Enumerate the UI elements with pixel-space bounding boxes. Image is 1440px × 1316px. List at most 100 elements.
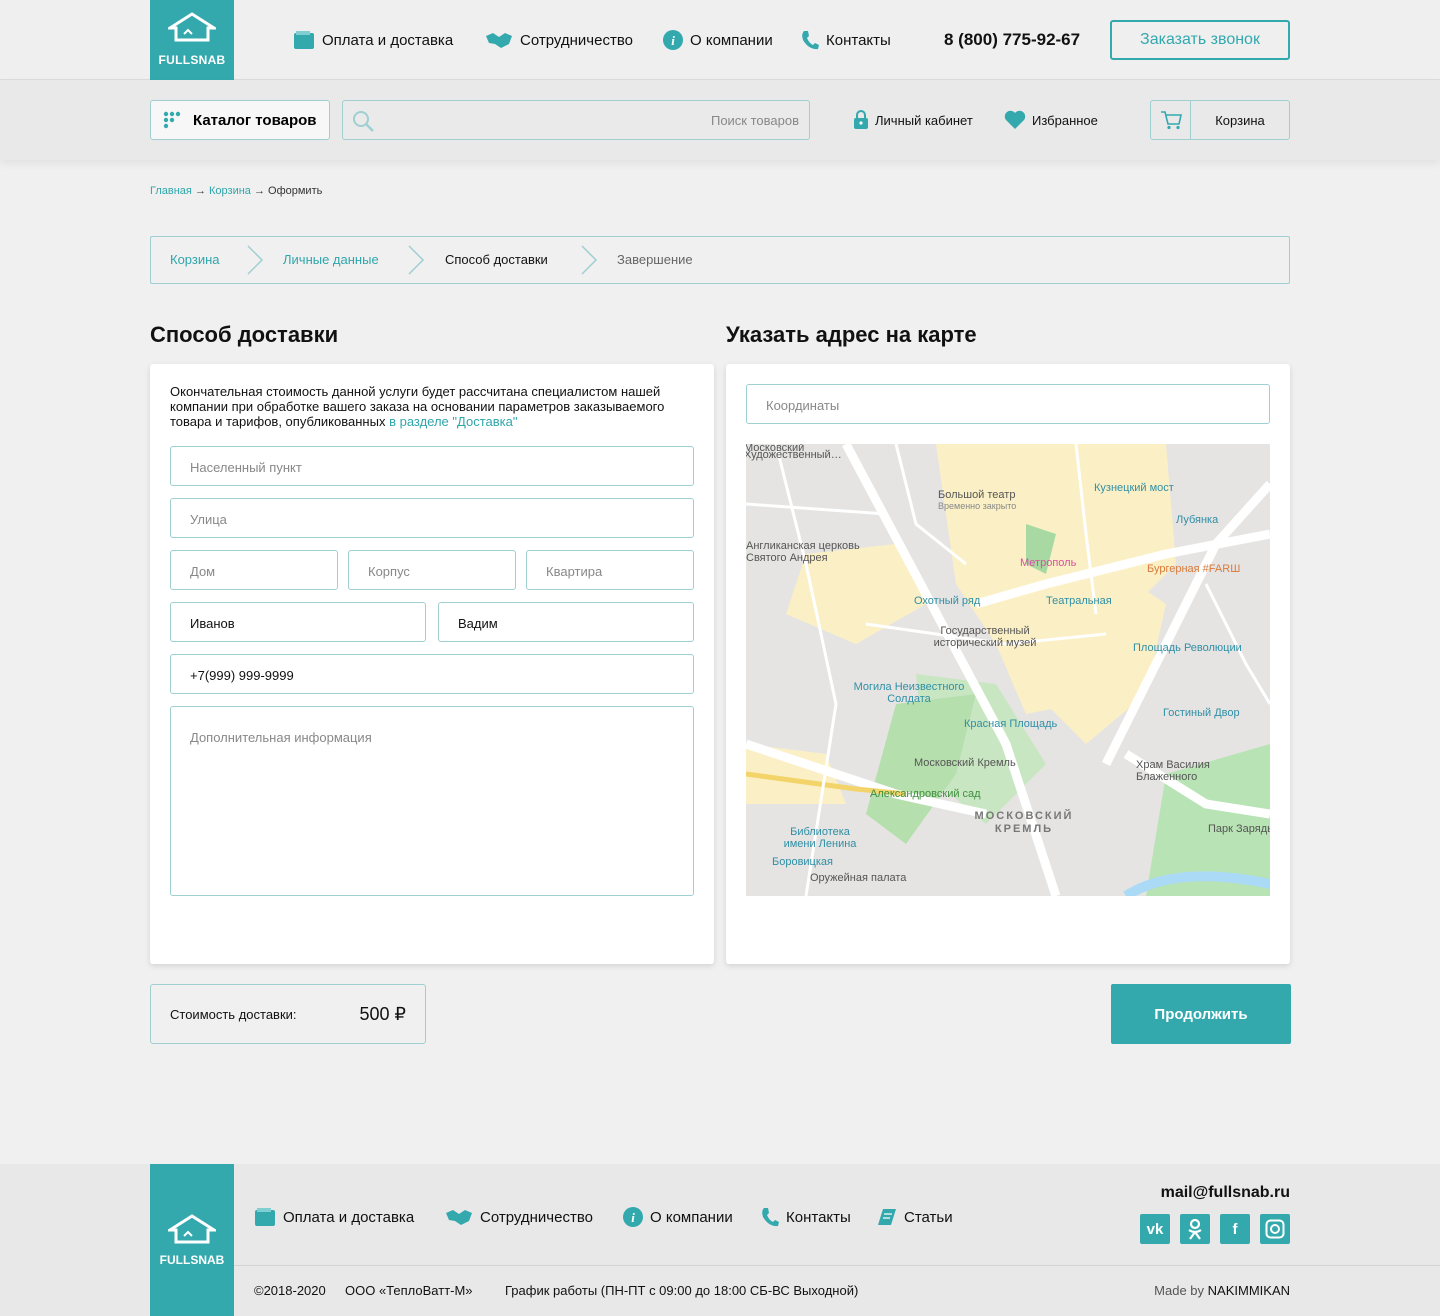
- footer-logo-text: FULLSNAB: [159, 1253, 225, 1267]
- favorites-link[interactable]: Избранное: [1004, 110, 1098, 130]
- made-by-prefix: Made by: [1154, 1283, 1205, 1298]
- nav-contacts[interactable]: Контакты: [801, 30, 891, 50]
- map-label: Гостиный Двор: [1163, 707, 1240, 719]
- map-label: Государственный исторический музей: [933, 625, 1037, 649]
- footer-logo[interactable]: FULLSNAB: [150, 1164, 234, 1316]
- footer-nav-partnership[interactable]: Сотрудничество: [445, 1207, 593, 1227]
- continue-button[interactable]: Продолжить: [1111, 984, 1291, 1044]
- last-name-field[interactable]: Иванов: [170, 602, 426, 642]
- map-label: Красная Площадь: [964, 718, 1058, 730]
- search-icon: [353, 111, 374, 132]
- building-field[interactable]: Корпус: [348, 550, 516, 590]
- step-personal[interactable]: Личные данные: [283, 252, 379, 267]
- breadcrumb: Главная → Корзина → Оформить: [150, 185, 322, 197]
- step-finish: Завершение: [617, 252, 693, 267]
- map-view[interactable]: Московский Художественный… Большой театр…: [746, 444, 1270, 896]
- extra-info-textarea[interactable]: Дополнительная информация: [170, 706, 694, 896]
- map-card: Координаты Московский Художественный… Бо…: [726, 364, 1290, 964]
- delivery-note-link[interactable]: в разделе "Доставка": [389, 414, 517, 429]
- cart-label: Корзина: [1215, 112, 1265, 128]
- catalog-button[interactable]: Каталог товаров: [150, 100, 330, 140]
- footer-email[interactable]: mail@fullsnab.ru: [1161, 1184, 1290, 1202]
- map-label: Парк Зарядье: [1208, 823, 1270, 835]
- breadcrumb-home[interactable]: Главная: [150, 185, 192, 197]
- made-by[interactable]: Made by NAKIMMIKAN: [1154, 1283, 1290, 1298]
- odnoklassniki-icon[interactable]: [1180, 1214, 1210, 1244]
- company-name: ООО «ТеплоВатт-М»: [345, 1283, 473, 1298]
- breadcrumb-current: Оформить: [268, 185, 323, 197]
- phone-icon: [802, 31, 819, 50]
- map-label: Библиотека имени Ленина: [783, 826, 857, 850]
- nav-partnership[interactable]: Сотрудничество: [485, 30, 633, 50]
- footer-nav-label: Оплата и доставка: [283, 1208, 415, 1226]
- chevron-right-icon: [247, 245, 264, 275]
- house-field[interactable]: Дом: [170, 550, 338, 590]
- street-field[interactable]: Улица: [170, 498, 694, 538]
- map-label: Боровицкая: [772, 856, 833, 868]
- nav-payment-label: Оплата и доставка: [322, 31, 454, 49]
- callback-button[interactable]: Заказать звонок: [1110, 20, 1290, 60]
- cart-button[interactable]: Корзина: [1150, 100, 1290, 140]
- city-field[interactable]: Населенный пункт: [170, 446, 694, 486]
- delivery-form-card: Окончательная стоимость данной услуги бу…: [150, 364, 714, 964]
- map-label: Временно закрыто: [938, 501, 1017, 511]
- handshake-icon: [486, 33, 512, 48]
- house-logo-icon: [168, 1214, 216, 1244]
- nav-payment[interactable]: Оплата и доставка: [293, 30, 453, 50]
- map-label: Александровский сад: [870, 788, 981, 800]
- svg-text:i: i: [631, 1210, 635, 1225]
- logo[interactable]: FULLSNAB: [150, 0, 234, 80]
- checkout-steps: Корзина Личные данные Способ доставки За…: [150, 236, 1290, 284]
- map-label: Театральная: [1046, 595, 1112, 607]
- map-label: Площадь Революции: [1133, 642, 1242, 654]
- delivery-note: Окончательная стоимость данной услуги бу…: [170, 384, 690, 429]
- map-label: Кузнецкий мост: [1094, 482, 1174, 494]
- nav-about[interactable]: i О компании: [663, 30, 773, 50]
- delivery-cost-value: 500 ₽: [359, 1003, 407, 1024]
- breadcrumb-sep: →: [253, 185, 265, 197]
- footer-nav-about[interactable]: i О компании: [623, 1207, 733, 1227]
- header-phone[interactable]: 8 (800) 775-92-67: [944, 30, 1080, 50]
- first-name-field[interactable]: Вадим: [438, 602, 694, 642]
- made-by-name: NAKIMMIKAN: [1207, 1283, 1290, 1298]
- wallet-icon: [294, 31, 314, 49]
- house-logo-icon: [168, 12, 216, 42]
- map-label: Метрополь: [1020, 557, 1077, 569]
- account-link[interactable]: Личный кабинет: [853, 110, 973, 130]
- map-label: Оружейная палата: [810, 872, 907, 884]
- coordinates-field[interactable]: Координаты: [746, 384, 1270, 424]
- search-input[interactable]: Поиск товаров: [342, 100, 810, 140]
- info-icon: i: [663, 30, 683, 50]
- breadcrumb-sep: →: [194, 185, 206, 197]
- cart-icon: [1160, 111, 1182, 130]
- map-label: Бургерная #FARШ: [1147, 563, 1241, 575]
- step-delivery: Способ доставки: [445, 252, 548, 267]
- account-label: Личный кабинет: [875, 112, 973, 128]
- map-label: Большой театр: [938, 489, 1016, 501]
- phone-field[interactable]: +7(999) 999-9999: [170, 654, 694, 694]
- facebook-icon[interactable]: f: [1220, 1214, 1250, 1244]
- footer-nav-contacts[interactable]: Контакты: [761, 1207, 851, 1227]
- logo-text: FULLSNAB: [158, 53, 226, 67]
- working-hours: График работы (ПН-ПТ с 09:00 до 18:00 СБ…: [505, 1283, 859, 1298]
- breadcrumb-cart[interactable]: Корзина: [209, 185, 251, 197]
- footer-nav-payment[interactable]: Оплата и доставка: [254, 1207, 414, 1227]
- flat-field[interactable]: Квартира: [526, 550, 694, 590]
- vk-icon[interactable]: vk: [1140, 1214, 1170, 1244]
- handshake-icon: [446, 1210, 472, 1225]
- footer-nav-label: Контакты: [786, 1208, 851, 1226]
- map-label: Храм Василия Блаженного: [1136, 759, 1210, 783]
- footer-nav-articles[interactable]: Статьи: [877, 1207, 953, 1227]
- map-label: Могила Неизвестного Солдата: [853, 681, 965, 705]
- delivery-cost-label: Стоимость доставки:: [170, 1006, 297, 1022]
- article-icon: [878, 1209, 896, 1225]
- grid-dots-icon: [163, 111, 181, 129]
- phone-icon: [762, 1208, 779, 1227]
- wallet-icon: [255, 1208, 275, 1226]
- delivery-cost: Стоимость доставки: 500 ₽: [150, 984, 426, 1044]
- chevron-right-icon: [581, 245, 598, 275]
- step-cart[interactable]: Корзина: [170, 252, 220, 267]
- map-label: Англиканская церковь Святого Андрея: [746, 540, 860, 564]
- instagram-icon[interactable]: [1260, 1214, 1290, 1244]
- map-label: Лубянка: [1176, 514, 1219, 526]
